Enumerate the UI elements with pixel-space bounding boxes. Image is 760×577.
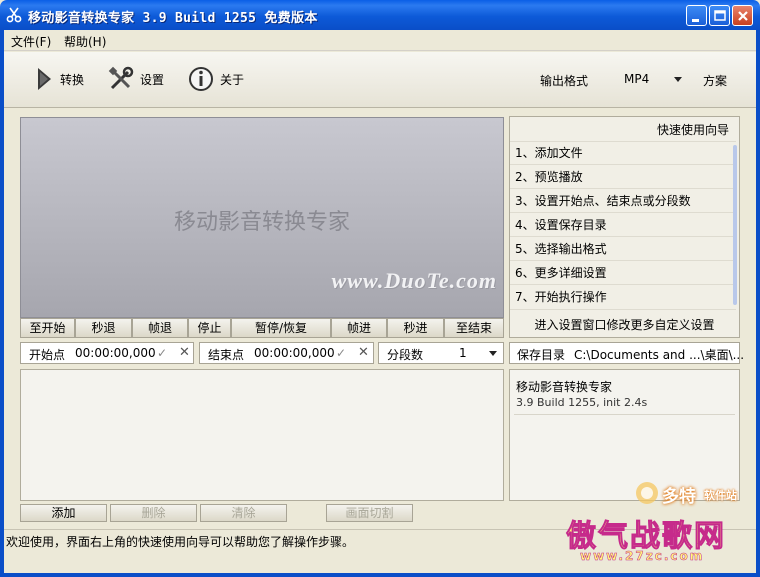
- go-to-end-button[interactable]: 至结束: [444, 318, 504, 338]
- scheme-button[interactable]: 方案: [703, 72, 727, 89]
- wizard-divider: [510, 188, 736, 189]
- close-button[interactable]: [732, 5, 753, 26]
- about-button[interactable]: 关于: [188, 65, 244, 93]
- duote-logo-watermark: 多特 软件站: [628, 478, 754, 508]
- chevron-down-icon: [489, 351, 497, 356]
- playback-controls: 至开始 秒退 帧退 停止 暂停/恢复 帧进 秒进 至结束: [20, 318, 504, 338]
- wizard-step[interactable]: 3、设置开始点、结束点或分段数: [515, 191, 691, 211]
- title-bar: 移动影音转换专家 3.9 Build 1255 免费版本: [0, 0, 760, 30]
- segments-label: 分段数: [387, 348, 424, 362]
- maximize-button[interactable]: [709, 5, 730, 26]
- second-forward-button[interactable]: 秒进: [387, 318, 444, 338]
- wizard-divider: [510, 236, 736, 237]
- frame-forward-button[interactable]: 帧进: [331, 318, 387, 338]
- wizard-step[interactable]: 6、更多详细设置: [515, 263, 607, 283]
- play-icon: [38, 68, 51, 90]
- file-list[interactable]: [20, 369, 504, 501]
- segments-value: 1: [459, 346, 467, 360]
- brand-watermark: 傲气战歌网 www.27zc.com: [566, 511, 754, 567]
- start-point-label: 开始点: [29, 348, 66, 362]
- pause-resume-button[interactable]: 暂停/恢复: [231, 318, 331, 338]
- video-preview[interactable]: 移动影音转换专家 www.DuoTe.com: [20, 117, 504, 318]
- end-point-input[interactable]: 00:00:00,000: [254, 346, 335, 360]
- app-scissors-icon: [6, 7, 22, 23]
- start-point-input[interactable]: 00:00:00,000: [75, 346, 156, 360]
- duote-logo-icon: [636, 482, 658, 504]
- info-icon: [189, 67, 213, 91]
- output-format-value: MP4: [624, 72, 650, 86]
- wizard-divider: [510, 212, 736, 213]
- wizard-step[interactable]: 7、开始执行操作: [515, 287, 607, 307]
- end-point-field: 结束点 00:00:00,000 ✓ ✕: [199, 342, 374, 364]
- menu-file[interactable]: 文件(F): [11, 33, 51, 50]
- duote-name: 多特: [662, 487, 696, 507]
- wizard-divider: [510, 309, 736, 310]
- minimize-icon: [692, 19, 699, 22]
- wizard-scrollbar[interactable]: [733, 145, 737, 305]
- save-directory-path: C:\Documents and ...\桌面\...: [574, 348, 745, 362]
- convert-label: 转换: [60, 72, 85, 87]
- window-title: 移动影音转换专家 3.9 Build 1255 免费版本: [28, 11, 318, 26]
- preview-placeholder: 移动影音转换专家: [173, 210, 350, 235]
- wizard-divider: [510, 284, 736, 285]
- duote-sub: 软件站: [704, 489, 737, 502]
- save-directory-field[interactable]: 保存目录 C:\Documents and ...\桌面\...: [509, 342, 744, 364]
- menu-bar: 文件(F) 帮助(H): [4, 30, 756, 51]
- minimize-button[interactable]: [686, 5, 707, 26]
- wizard-step[interactable]: 1、添加文件: [515, 143, 583, 163]
- output-format-label: 输出格式: [540, 74, 589, 88]
- toolbar: 转换 设置 关于 输出格式 MP4 方案: [4, 52, 756, 108]
- stop-button[interactable]: 停止: [188, 318, 231, 338]
- end-point-label: 结束点: [208, 348, 245, 362]
- convert-button[interactable]: 转换: [34, 65, 84, 93]
- close-icon: [738, 11, 748, 21]
- wizard-settings-link[interactable]: 进入设置窗口修改更多自定义设置: [510, 316, 739, 333]
- wizard-step[interactable]: 4、设置保存目录: [515, 215, 607, 235]
- check-icon[interactable]: ✓: [336, 346, 346, 360]
- clear-x-icon[interactable]: ✕: [179, 345, 190, 360]
- tools-icon: [108, 66, 134, 90]
- check-icon[interactable]: ✓: [157, 346, 167, 360]
- about-label: 关于: [220, 72, 245, 87]
- wizard-divider: [510, 164, 736, 165]
- segments-field[interactable]: 分段数 1: [378, 342, 504, 364]
- second-back-button[interactable]: 秒退: [75, 318, 132, 338]
- save-directory-label: 保存目录: [517, 348, 566, 362]
- wizard-divider: [510, 260, 736, 261]
- menu-help[interactable]: 帮助(H): [64, 33, 106, 50]
- clear-button[interactable]: 清除: [200, 504, 287, 522]
- quick-wizard-panel: 快速使用向导 1、添加文件 2、预览播放 3、设置开始点、结束点或分段数 4、设…: [509, 116, 740, 338]
- info-version: 3.9 Build 1255, init 2.4s: [516, 396, 648, 409]
- start-point-field: 开始点 00:00:00,000 ✓ ✕: [20, 342, 194, 364]
- info-title: 移动影音转换专家: [516, 380, 613, 394]
- wizard-step[interactable]: 2、预览播放: [515, 167, 583, 187]
- duote-watermark: www.DuoTe.com: [331, 268, 497, 293]
- go-to-start-button[interactable]: 至开始: [20, 318, 75, 338]
- settings-button[interactable]: 设置: [108, 65, 164, 93]
- delete-button[interactable]: 删除: [110, 504, 197, 522]
- frame-back-button[interactable]: 帧退: [132, 318, 188, 338]
- wizard-title: 快速使用向导: [656, 123, 729, 137]
- wizard-divider: [510, 141, 736, 142]
- maximize-icon: [714, 10, 726, 21]
- add-button[interactable]: 添加: [20, 504, 107, 522]
- brand-url: www.27zc.com: [580, 549, 705, 564]
- output-format-select[interactable]: MP4: [614, 66, 686, 92]
- wizard-step[interactable]: 5、选择输出格式: [515, 239, 607, 259]
- clear-x-icon[interactable]: ✕: [358, 345, 369, 360]
- settings-label: 设置: [140, 72, 165, 87]
- chevron-down-icon: [674, 77, 682, 82]
- info-divider: [514, 414, 735, 415]
- screen-cut-button[interactable]: 画面切割: [326, 504, 413, 522]
- status-message: 欢迎使用，界面右上角的快速使用向导可以帮助您了解操作步骤。: [6, 535, 355, 549]
